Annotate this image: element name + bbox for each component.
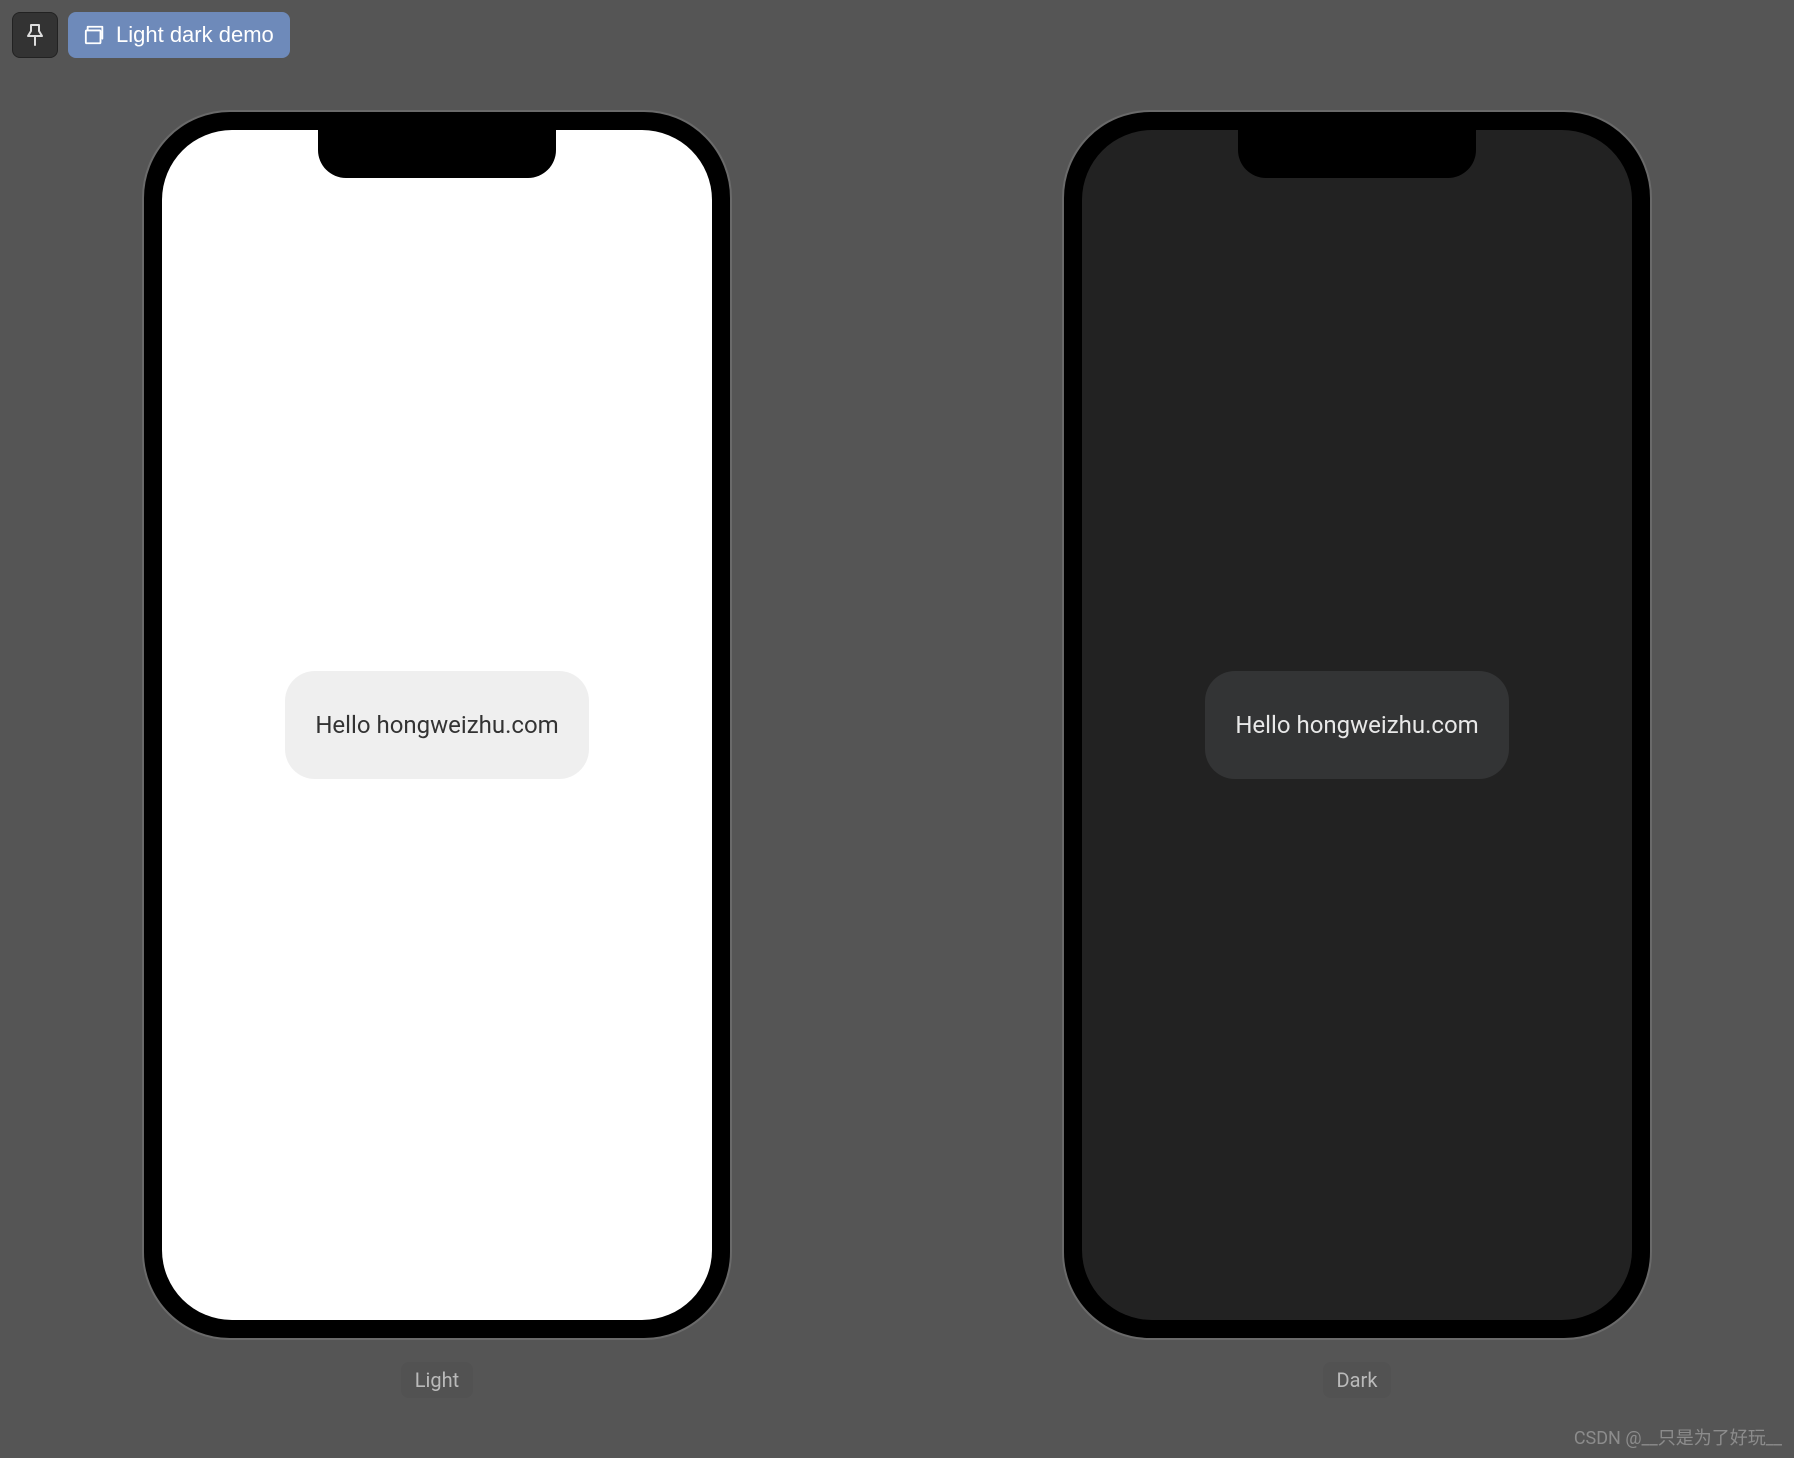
- pin-icon: [25, 23, 45, 47]
- toolbar: Light dark demo: [12, 12, 290, 58]
- preview-dark: Hello hongweizhu.com Dark: [1062, 110, 1652, 1398]
- phone-frame-light: Hello hongweizhu.com: [142, 110, 732, 1340]
- phone-notch: [318, 130, 556, 178]
- phone-screen-light: Hello hongweizhu.com: [162, 130, 712, 1320]
- preview-container: Hello hongweizhu.com Light Hello hongwei…: [0, 110, 1794, 1398]
- pin-button[interactable]: [12, 12, 58, 58]
- content-card-dark: Hello hongweizhu.com: [1205, 671, 1508, 779]
- window-icon: [84, 24, 106, 46]
- title-label: Light dark demo: [116, 22, 274, 48]
- content-card-light: Hello hongweizhu.com: [285, 671, 588, 779]
- phone-notch: [1238, 130, 1476, 178]
- phone-frame-dark: Hello hongweizhu.com: [1062, 110, 1652, 1340]
- watermark: CSDN @__只是为了好玩__: [1574, 1424, 1782, 1450]
- card-text-dark: Hello hongweizhu.com: [1235, 711, 1478, 739]
- theme-label-dark: Dark: [1323, 1362, 1392, 1398]
- phone-screen-dark: Hello hongweizhu.com: [1082, 130, 1632, 1320]
- card-text-light: Hello hongweizhu.com: [315, 711, 558, 739]
- theme-label-light: Light: [401, 1362, 473, 1398]
- preview-light: Hello hongweizhu.com Light: [142, 110, 732, 1398]
- title-button[interactable]: Light dark demo: [68, 12, 290, 58]
